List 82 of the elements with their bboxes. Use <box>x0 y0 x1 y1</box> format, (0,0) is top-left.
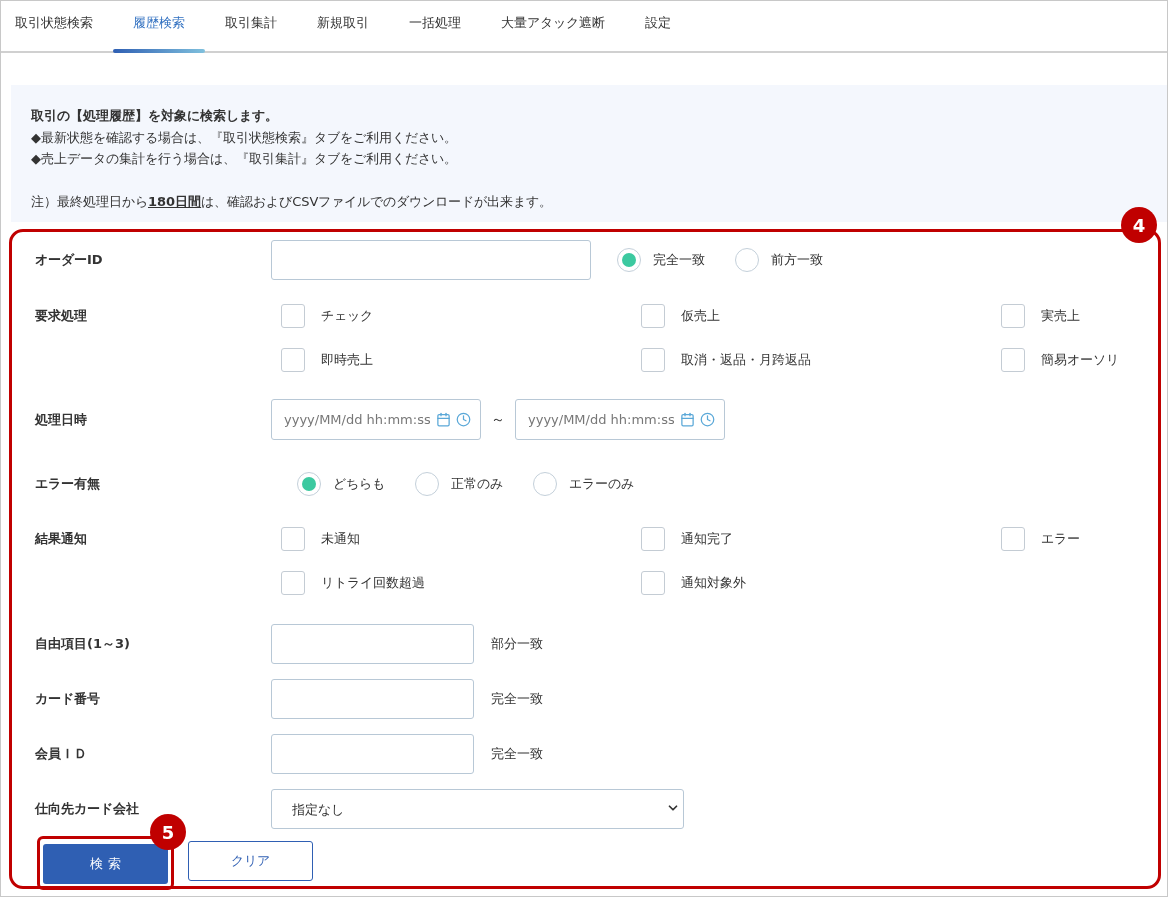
checkbox-label: 仮売上 <box>681 307 720 325</box>
input-field[interactable] <box>271 679 474 719</box>
clock-icon[interactable] <box>700 412 715 427</box>
checkbox[interactable] <box>641 304 665 328</box>
select-field[interactable]: 指定なし <box>271 789 684 829</box>
checkbox-option[interactable]: 仮売上 <box>641 294 1001 338</box>
field-label: 自由項目(1～3) <box>34 635 131 653</box>
radio-option[interactable]: 完全一致 <box>617 238 705 282</box>
radio-option[interactable]: エラーのみ <box>533 462 634 506</box>
datetime-field[interactable]: yyyy/MM/dd hh:mm:ss <box>271 399 481 440</box>
clear-button[interactable]: クリア <box>188 841 313 881</box>
search-button[interactable]: 検 索 <box>43 844 168 884</box>
notice-line: ◆最新状態を確認する場合は、『取引状態検索』タブをご利用ください。 <box>31 128 458 147</box>
field-label: 処理日時 <box>34 411 88 429</box>
checkbox[interactable] <box>1001 304 1025 328</box>
tab[interactable]: 大量アタック遮断 <box>481 1 625 51</box>
checkbox[interactable] <box>281 571 305 595</box>
checkbox-label: 通知完了 <box>681 530 733 548</box>
field-label: オーダーID <box>34 251 104 269</box>
range-separator: ～ <box>491 410 505 429</box>
notice-line: ◆売上データの集計を行う場合は、『取引集計』タブをご利用ください。 <box>31 150 458 168</box>
checkbox-option[interactable]: エラー <box>1001 517 1141 561</box>
match-type-label: 完全一致 <box>491 745 543 763</box>
checkbox-label: エラー <box>1041 530 1080 548</box>
notice-title: 取引の【処理履歴】を対象に検索します。 <box>31 107 279 125</box>
radio-label: 完全一致 <box>653 251 705 269</box>
checkbox-option[interactable]: 通知対象外 <box>641 561 1001 605</box>
checkbox-option[interactable]: 通知完了 <box>641 517 1001 561</box>
field-label: 要求処理 <box>34 307 88 325</box>
checkbox-label: リトライ回数超過 <box>321 574 425 592</box>
checkbox[interactable] <box>281 527 305 551</box>
checkbox-option[interactable]: 取消・返品・月跨返品 <box>641 338 1001 382</box>
checkbox-label: 未通知 <box>321 530 360 548</box>
clock-icon[interactable] <box>456 412 471 427</box>
checkbox-label: 通知対象外 <box>681 574 746 592</box>
checkbox-option[interactable]: リトライ回数超過 <box>281 561 641 605</box>
checkbox-label: 即時売上 <box>321 351 373 369</box>
match-type-label: 部分一致 <box>491 635 543 653</box>
radio-option[interactable]: 正常のみ <box>415 462 503 506</box>
match-type-label: 完全一致 <box>491 690 543 708</box>
checkbox[interactable] <box>281 304 305 328</box>
checkbox-option[interactable]: 実売上 <box>1001 294 1141 338</box>
checkbox[interactable] <box>1001 348 1025 372</box>
tab[interactable]: 履歴検索 <box>113 1 205 51</box>
checkbox[interactable] <box>641 527 665 551</box>
checkbox-option[interactable]: 簡易オーソリ <box>1001 338 1141 382</box>
checkbox-label: 実売上 <box>1041 307 1080 325</box>
checkbox-option[interactable]: 即時売上 <box>281 338 641 382</box>
calendar-icon[interactable] <box>436 412 451 427</box>
field-label: カード番号 <box>34 690 101 708</box>
radio-label: どちらも <box>333 475 385 493</box>
radio-option[interactable]: 前方一致 <box>735 238 823 282</box>
number-badge: 4 <box>1121 207 1157 243</box>
radio-label: 前方一致 <box>771 251 823 269</box>
checkbox-option[interactable]: 未通知 <box>281 517 641 561</box>
tab[interactable]: 新規取引 <box>297 1 389 51</box>
checkbox[interactable] <box>281 348 305 372</box>
checkbox-label: チェック <box>321 307 373 325</box>
radio-label: エラーのみ <box>569 475 634 493</box>
input-field[interactable] <box>271 240 591 280</box>
number-badge: 5 <box>150 814 186 850</box>
field-label: 会員ＩＤ <box>34 745 88 763</box>
checkbox[interactable] <box>1001 527 1025 551</box>
input-field[interactable] <box>271 624 474 664</box>
tab[interactable]: 一括処理 <box>389 1 481 51</box>
datetime-field[interactable]: yyyy/MM/dd hh:mm:ss <box>515 399 725 440</box>
field-label: 仕向先カード会社 <box>33 800 140 818</box>
radio-label: 正常のみ <box>451 475 503 493</box>
checkbox[interactable] <box>641 348 665 372</box>
notice-note: 注）最終処理日から180日間は、確認およびCSVファイルでのダウンロードが出来ます。 <box>31 192 554 211</box>
input-field[interactable] <box>271 734 474 774</box>
checkbox-option[interactable]: チェック <box>281 294 641 338</box>
field-label: 結果通知 <box>33 530 88 548</box>
radio-option[interactable]: どちらも <box>297 462 385 506</box>
checkbox-label: 取消・返品・月跨返品 <box>681 351 811 369</box>
tab[interactable]: 取引集計 <box>205 1 297 51</box>
field-label: エラー有無 <box>34 475 101 493</box>
tab[interactable]: 設定 <box>625 1 691 51</box>
checkbox-label: 簡易オーソリ <box>1041 351 1119 369</box>
tab[interactable]: 取引状態検索 <box>1 1 113 51</box>
calendar-icon[interactable] <box>680 412 695 427</box>
checkbox[interactable] <box>641 571 665 595</box>
